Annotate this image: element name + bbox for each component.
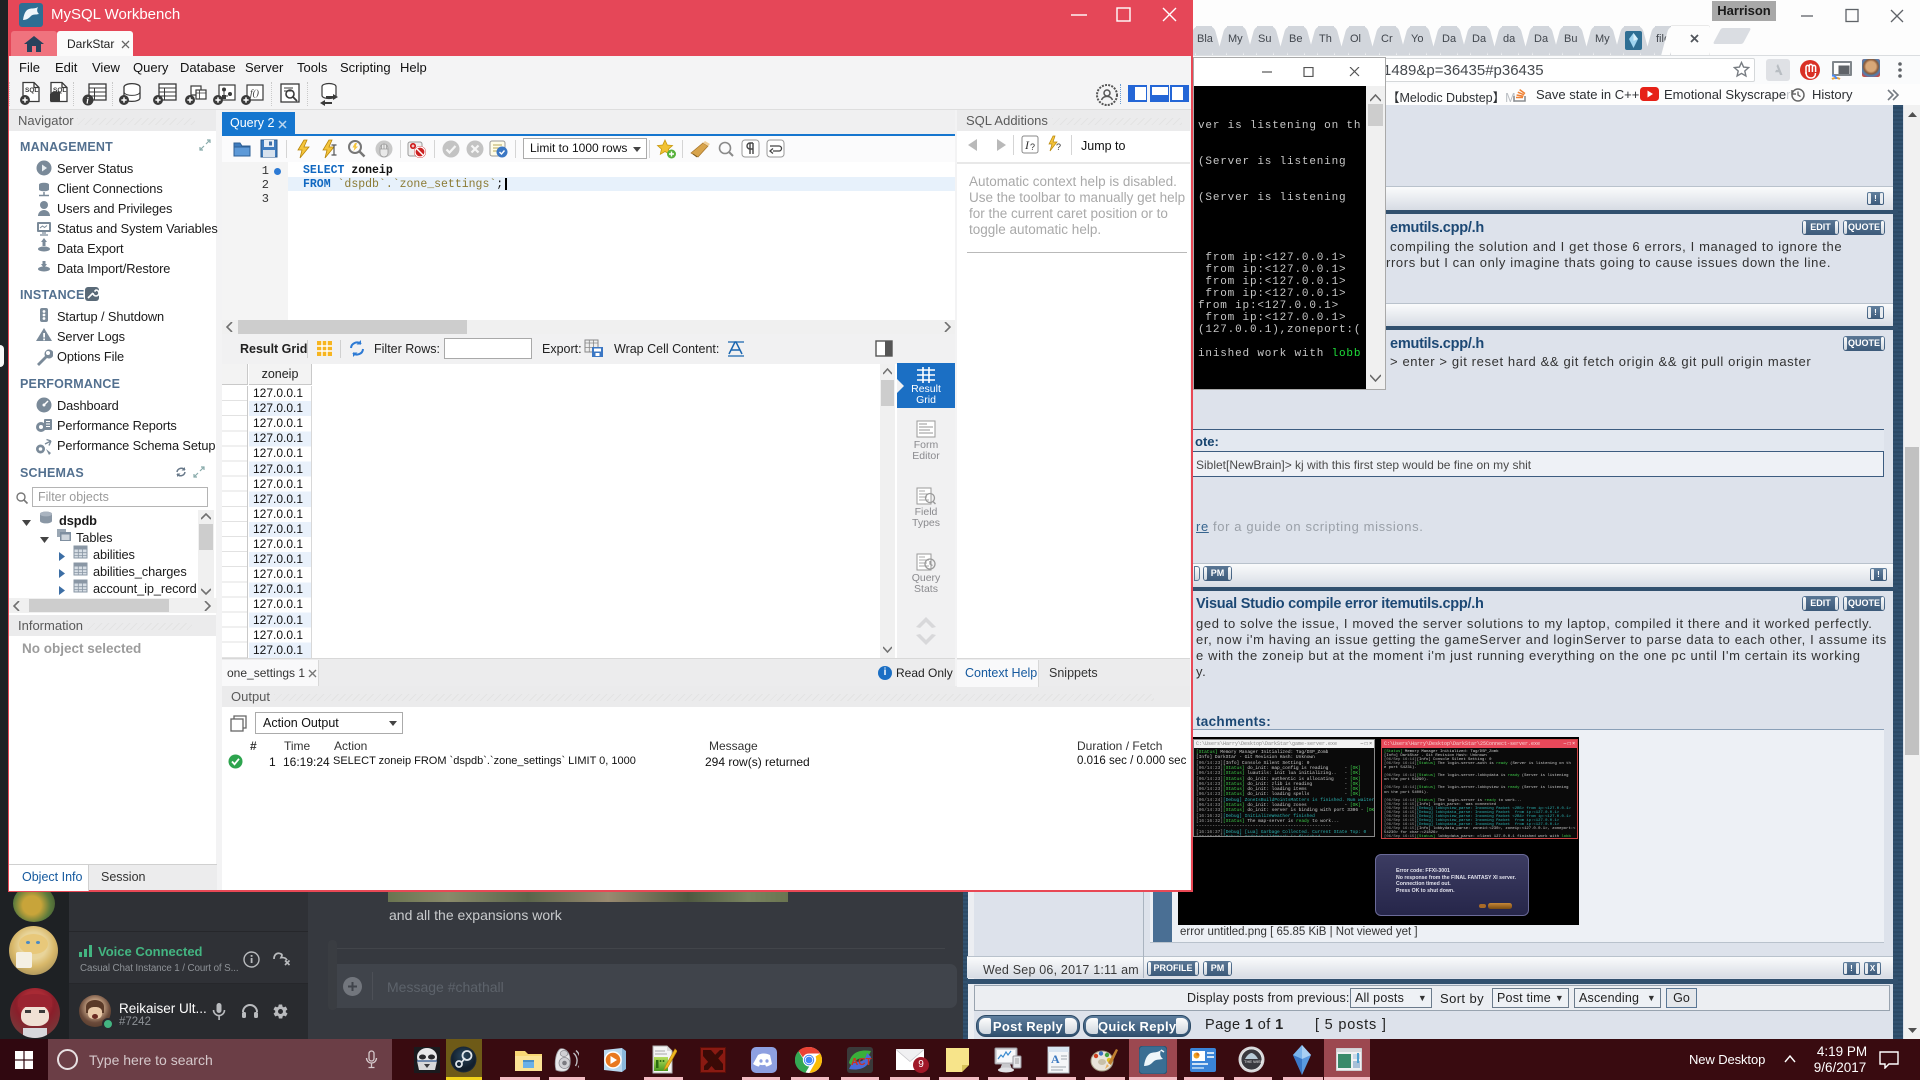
svg-text:?: ?	[1030, 142, 1035, 152]
svg-text:SQL: SQL	[25, 87, 38, 94]
svg-text:?: ?	[1056, 142, 1061, 152]
svg-text:THE WISE: THE WISE	[1244, 1059, 1264, 1064]
svg-text:f(): f()	[250, 88, 259, 99]
svg-text:A: A	[1051, 1052, 1060, 1066]
svg-text:ACT: ACT	[851, 1057, 872, 1068]
